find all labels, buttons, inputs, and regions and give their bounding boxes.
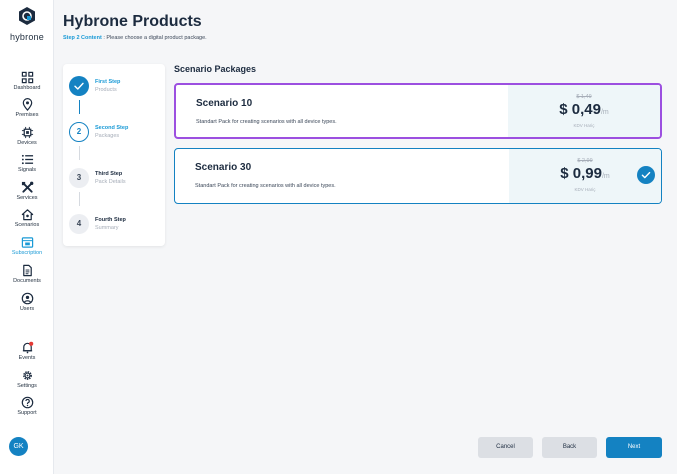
step-connector <box>79 192 80 206</box>
section-title: Scenario Packages <box>174 64 257 74</box>
home-icon <box>21 209 33 221</box>
sidebar-item-devices[interactable]: Devices <box>0 126 54 147</box>
stepper: First Step Products 2 Second Step Packag… <box>63 64 165 246</box>
sidebar-item-label: Users <box>19 306 35 312</box>
sidebar-item-label: Settings <box>17 383 37 389</box>
price: $ 0,49/m <box>508 101 660 118</box>
sidebar-item-settings[interactable]: Settings <box>0 369 54 390</box>
tools-icon <box>21 181 33 193</box>
sidebar-item-services[interactable]: Services <box>0 181 54 202</box>
sidebar: hybrone Dashboard Premises Devices Signa… <box>0 0 54 474</box>
document-icon <box>22 264 32 277</box>
sidebar-item-documents[interactable]: Documents <box>0 264 54 285</box>
check-icon <box>74 82 84 90</box>
cancel-button[interactable]: Cancel <box>478 437 533 458</box>
sidebar-item-premises[interactable]: Premises <box>0 98 54 119</box>
step-instruction: : Please choose a digital product packag… <box>103 35 207 41</box>
gear-icon <box>22 371 32 380</box>
step-3-subtitle: Pack Details <box>95 179 126 185</box>
avatar[interactable]: GK <box>9 437 28 456</box>
step-1-subtitle: Products <box>95 87 117 93</box>
sidebar-item-users[interactable]: Users <box>0 292 54 313</box>
step-4-number: 4 <box>69 214 89 234</box>
step-1-check <box>69 76 89 96</box>
brand-name: hybrone <box>10 32 44 42</box>
price-panel: $ 1,49 $ 0,49/m KDV Hariç <box>508 85 660 137</box>
sidebar-item-label: Devices <box>17 140 37 146</box>
sidebar-item-scenarios[interactable]: Scenarios <box>0 208 54 229</box>
sidebar-item-label: Scenarios <box>14 222 40 228</box>
selected-check-icon <box>637 166 655 184</box>
package-card-scenario-10[interactable]: Scenario 10 Standart Pack for creating s… <box>174 83 662 139</box>
list-icon <box>21 154 33 165</box>
step-4-title: Fourth Step <box>95 217 126 223</box>
step-label: Step 2 Content <box>63 35 102 41</box>
page-title: Hybrone Products <box>63 13 202 30</box>
back-button[interactable]: Back <box>542 437 597 458</box>
check-icon <box>641 171 651 179</box>
tax-note: KDV Hariç <box>573 123 595 128</box>
sidebar-item-label: Dashboard <box>13 85 41 91</box>
step-2-number: 2 <box>69 122 89 142</box>
step-3-title: Third Step <box>95 171 123 177</box>
sidebar-item-label: Services <box>16 195 38 201</box>
sidebar-item-label: Signals <box>17 167 37 173</box>
help-icon <box>21 396 33 409</box>
package-name: Scenario 30 <box>195 162 252 173</box>
sidebar-item-subscription[interactable]: Subscription <box>0 236 54 257</box>
user-icon <box>21 292 33 305</box>
next-button[interactable]: Next <box>606 437 662 458</box>
grid-icon <box>21 71 33 84</box>
step-4-subtitle: Summary <box>95 225 119 231</box>
tax-note: KDV Hariç <box>574 187 596 192</box>
step-connector <box>79 146 80 160</box>
step-3-number: 3 <box>69 168 89 188</box>
old-price: $ 1,49 <box>576 94 592 100</box>
subscription-icon <box>21 237 33 248</box>
sidebar-item-label: Premises <box>15 112 39 118</box>
price-unit: /m <box>600 109 609 116</box>
sidebar-item-support[interactable]: Support <box>0 396 54 417</box>
sidebar-item-label: Subscription <box>11 250 43 256</box>
old-price: $ 2,99 <box>577 158 593 164</box>
step-connector <box>79 100 80 114</box>
brand-logo[interactable]: hybrone <box>0 6 54 42</box>
sidebar-item-dashboard[interactable]: Dashboard <box>0 71 54 92</box>
price-unit: /m <box>601 173 610 180</box>
step-2-title: Second Step <box>95 125 129 131</box>
sidebar-item-label: Documents <box>13 278 41 284</box>
sidebar-item-label: Support <box>17 410 37 416</box>
sidebar-item-events[interactable]: Events <box>0 341 54 362</box>
sidebar-item-signals[interactable]: Signals <box>0 153 54 174</box>
package-description: Standart Pack for creating scenarios wit… <box>196 119 337 125</box>
location-pin-icon <box>22 98 32 111</box>
sidebar-item-label: Events <box>18 355 36 361</box>
price-value: $ 0,49 <box>559 101 601 118</box>
step-2-subtitle: Packages <box>95 133 120 139</box>
bell-icon <box>22 341 33 354</box>
page-subtitle: Step 2 Content : Please choose a digital… <box>63 35 207 41</box>
chip-icon <box>21 126 33 139</box>
hybrone-logo-icon <box>19 7 35 25</box>
package-description: Standart Pack for creating scenarios wit… <box>195 183 336 189</box>
package-card-scenario-30[interactable]: Scenario 30 Standart Pack for creating s… <box>174 148 662 204</box>
package-name: Scenario 10 <box>196 98 253 109</box>
price-value: $ 0,99 <box>560 165 602 182</box>
step-1-title: First Step <box>95 79 121 85</box>
